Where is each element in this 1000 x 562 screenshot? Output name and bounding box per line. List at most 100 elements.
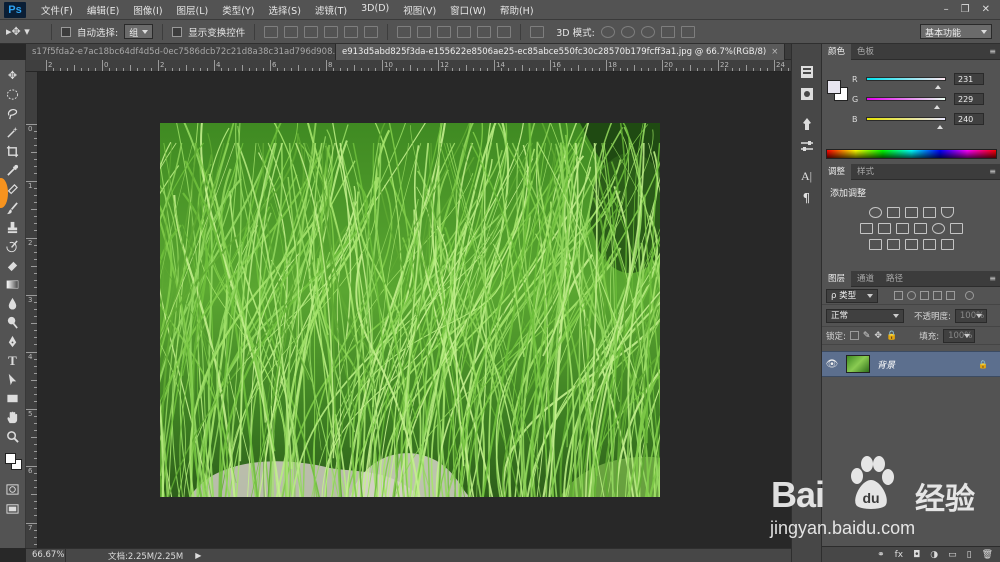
exposure-icon[interactable] xyxy=(922,207,936,218)
add-mask-icon[interactable]: ◘ xyxy=(913,550,920,560)
new-layer-icon[interactable]: ▯ xyxy=(967,550,972,560)
filter-pixel-icon[interactable] xyxy=(894,291,903,300)
posterize-icon[interactable] xyxy=(886,239,900,250)
channel-mixer-icon[interactable] xyxy=(931,223,945,234)
slider-knob[interactable] xyxy=(934,82,941,89)
menu-item[interactable]: 帮助(H) xyxy=(493,3,541,17)
distribute-left-icon[interactable] xyxy=(457,25,472,38)
blend-mode-dropdown[interactable]: 正常 xyxy=(826,308,904,323)
menu-item[interactable]: 滤镜(T) xyxy=(308,3,354,17)
color-slider-g[interactable]: G 229 xyxy=(852,93,997,109)
curves-icon[interactable] xyxy=(904,207,918,218)
eyedropper-tool-icon[interactable] xyxy=(3,161,23,180)
selective-color-icon[interactable] xyxy=(940,239,954,250)
type-tool-icon[interactable]: T xyxy=(3,351,23,370)
slider-track[interactable] xyxy=(866,117,946,129)
threshold-icon[interactable] xyxy=(904,239,918,250)
menu-item[interactable]: 图像(I) xyxy=(126,3,169,17)
menu-item[interactable]: 编辑(E) xyxy=(80,3,126,17)
vibrance-icon[interactable] xyxy=(940,207,954,218)
panel-tab[interactable]: 图层 xyxy=(822,270,852,287)
document-tab[interactable]: e913d5abd825f3da-e155622e8506ae25-ec85ab… xyxy=(336,44,786,60)
levels-icon[interactable] xyxy=(886,207,900,218)
move-tool-icon[interactable]: ✥ xyxy=(3,66,23,85)
delete-layer-icon[interactable]: 🗑 xyxy=(982,550,993,560)
panel-tab[interactable]: 路径 xyxy=(880,271,909,287)
distribute-right-icon[interactable] xyxy=(497,25,512,38)
menu-item[interactable]: 3D(D) xyxy=(354,3,396,17)
color-balance-icon[interactable] xyxy=(877,223,891,234)
new-group-icon[interactable]: ▭ xyxy=(948,550,957,560)
close-button[interactable]: ✕ xyxy=(982,4,990,15)
opacity-field[interactable]: 100% xyxy=(954,308,987,323)
filter-type-icon[interactable] xyxy=(920,291,929,300)
canvas-area[interactable] xyxy=(38,72,791,548)
panel-tab[interactable]: 调整 xyxy=(822,163,852,180)
photo-filter-icon[interactable] xyxy=(913,223,927,234)
rectangle-tool-icon[interactable] xyxy=(3,389,23,408)
properties-panel-icon[interactable] xyxy=(796,84,818,104)
gradient-map-icon[interactable] xyxy=(922,239,936,250)
zoom-tool-icon[interactable] xyxy=(3,427,23,446)
menu-item[interactable]: 类型(Y) xyxy=(215,3,261,17)
panel-tab[interactable]: 通道 xyxy=(851,271,880,287)
close-tab-icon[interactable]: × xyxy=(771,47,778,57)
roll-3d-icon[interactable] xyxy=(620,25,635,38)
brightness-icon[interactable] xyxy=(868,207,882,218)
filter-smart-object-icon[interactable] xyxy=(946,291,955,300)
align-right-icon[interactable] xyxy=(364,25,379,38)
menu-item[interactable]: 选择(S) xyxy=(261,3,307,17)
pan-3d-icon[interactable] xyxy=(640,25,655,38)
panel-tab[interactable]: 样式 xyxy=(851,164,880,180)
brush-presets-icon[interactable] xyxy=(796,136,818,156)
align-hcenter-icon[interactable] xyxy=(344,25,359,38)
magic-wand-tool-icon[interactable] xyxy=(3,123,23,142)
adjustment-layer-icon[interactable]: ◑ xyxy=(930,550,938,560)
color-slider-b[interactable]: B 240 xyxy=(852,113,997,129)
scale-3d-icon[interactable] xyxy=(680,25,695,38)
pen-tool-icon[interactable] xyxy=(3,332,23,351)
menu-item[interactable]: 文件(F) xyxy=(34,3,80,17)
panel-tab[interactable]: 色板 xyxy=(851,44,880,60)
foreground-color-swatch[interactable] xyxy=(827,80,841,94)
gradient-tool-icon[interactable] xyxy=(3,275,23,294)
filter-shape-icon[interactable] xyxy=(933,291,942,300)
lock-position-icon[interactable]: ✥ xyxy=(874,331,882,341)
document-tab[interactable]: s17f5fda2-e7ac18bc64df4d5d-0ec7586dcb72c… xyxy=(26,44,336,60)
distribute-hcenter-icon[interactable] xyxy=(477,25,492,38)
paragraph-panel-icon[interactable]: ¶ xyxy=(796,188,818,208)
visibility-eye-icon[interactable]: 👁 xyxy=(822,359,842,370)
blur-tool-icon[interactable] xyxy=(3,294,23,313)
slider-knob[interactable] xyxy=(937,122,944,129)
history-panel-icon[interactable] xyxy=(796,62,818,82)
invert-icon[interactable] xyxy=(868,239,882,250)
screen-mode-icon[interactable] xyxy=(3,499,23,518)
color-swatches[interactable] xyxy=(3,450,23,474)
align-top-icon[interactable] xyxy=(264,25,279,38)
show-transform-checkbox[interactable] xyxy=(172,26,183,37)
path-selection-tool-icon[interactable] xyxy=(3,370,23,389)
brush-panel-icon[interactable] xyxy=(796,114,818,134)
channel-value-field[interactable]: 231 xyxy=(954,73,984,85)
align-left-icon[interactable] xyxy=(324,25,339,38)
panel-menu-icon[interactable]: ≡ xyxy=(989,274,996,283)
marquee-tool-icon[interactable] xyxy=(3,85,23,104)
distribute-vcenter-icon[interactable] xyxy=(417,25,432,38)
filter-toggle-icon[interactable] xyxy=(965,291,974,300)
link-layers-icon[interactable]: ⚭ xyxy=(877,550,885,560)
foreground-color-swatch[interactable] xyxy=(4,453,16,464)
distribute-top-icon[interactable] xyxy=(397,25,412,38)
workspace-dropdown[interactable]: 基本功能 xyxy=(920,24,992,39)
menu-item[interactable]: 视图(V) xyxy=(396,3,443,17)
slide-3d-icon[interactable] xyxy=(660,25,675,38)
auto-select-checkbox[interactable] xyxy=(61,26,71,37)
color-slider-r[interactable]: R 231 xyxy=(852,73,997,89)
menu-item[interactable]: 图层(L) xyxy=(170,3,216,17)
lock-all-icon[interactable]: 🔒 xyxy=(886,331,897,341)
lasso-tool-icon[interactable] xyxy=(3,104,23,123)
hand-tool-icon[interactable] xyxy=(3,408,23,427)
panel-menu-icon[interactable]: ≡ xyxy=(989,47,996,56)
slider-knob[interactable] xyxy=(934,102,941,109)
dodge-tool-icon[interactable] xyxy=(3,313,23,332)
status-menu-arrow[interactable]: ▶ xyxy=(195,551,201,560)
